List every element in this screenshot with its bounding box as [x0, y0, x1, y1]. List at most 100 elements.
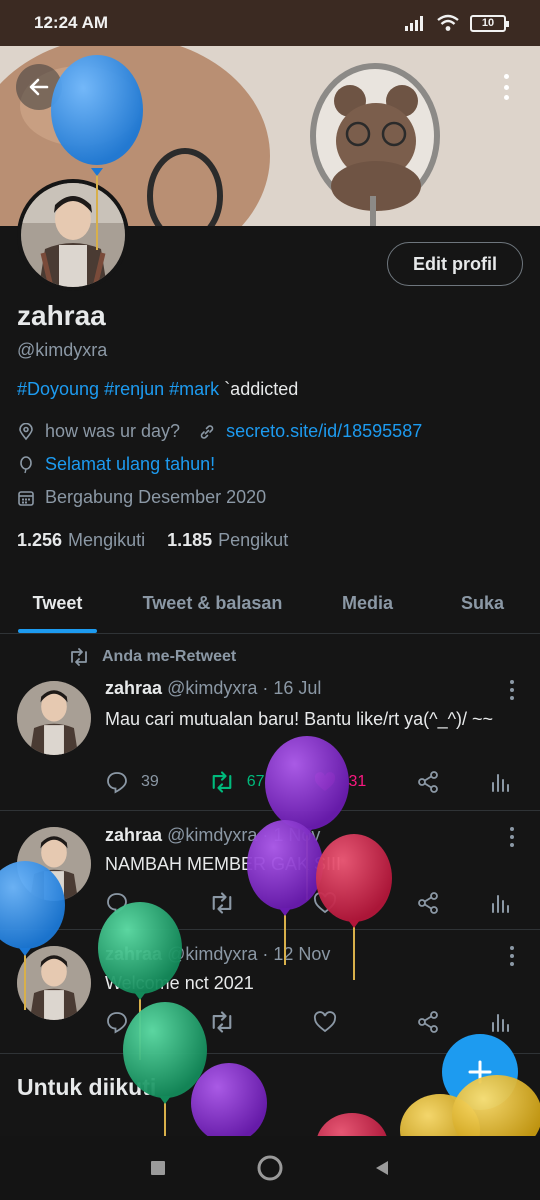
battery-indicator: 10: [470, 14, 509, 32]
retweet-icon: [212, 771, 232, 793]
hashtag-doyoung[interactable]: #Doyoung: [17, 379, 99, 399]
tweet-text: Mau cari mutualan baru! Bantu like/rt ya…: [105, 709, 494, 729]
analytics-icon: [492, 895, 509, 913]
following-label: Mengikuti: [68, 530, 146, 550]
analytics-icon: [492, 1014, 509, 1032]
tab-media[interactable]: Media: [310, 574, 425, 633]
location-icon: [19, 422, 33, 440]
tab-suka[interactable]: Suka: [425, 574, 540, 633]
link-icon: [200, 424, 214, 439]
tweet-avatar[interactable]: [17, 827, 91, 901]
status-time: 12:24 AM: [34, 13, 109, 32]
tweet-header: zahraa @kimdyxra · 1 Nov: [105, 825, 320, 846]
tweet-item[interactable]: zahraa @kimdyxra · 12 Nov Welcome nct 20…: [0, 930, 540, 1054]
retweet-icon: [212, 892, 232, 914]
tweet-header: zahraa @kimdyxra · 12 Nov: [105, 944, 330, 965]
reply-button[interactable]: [105, 1010, 165, 1034]
profile-bio: #Doyoung #renjun #mark `addicted: [17, 379, 298, 400]
share-button[interactable]: [416, 1010, 446, 1034]
analytics-button[interactable]: [490, 771, 510, 793]
profile-name: zahraa: [17, 300, 106, 331]
share-button[interactable]: [416, 891, 446, 915]
reply-button[interactable]: 39: [105, 770, 165, 794]
tweet-header: zahraa @kimdyxra · 16 Jul: [105, 678, 321, 699]
share-icon: [418, 892, 439, 914]
tweet-author-name[interactable]: zahraa: [105, 944, 162, 964]
who-to-follow-title: Untuk diikuti: [17, 1074, 157, 1100]
like-icon: [314, 772, 335, 791]
profile-avatar[interactable]: [17, 179, 129, 291]
more-vertical-icon: [510, 946, 514, 950]
profile-meta-birthday-row: Selamat ulang tahun!: [17, 454, 215, 475]
tweet-actions: 39 67 31: [105, 767, 510, 797]
tweet-item[interactable]: zahraa @kimdyxra · 1 Nov NAMBAH MEMBER G…: [0, 811, 540, 930]
system-nav-bar: [0, 1136, 540, 1200]
tweet-actions: [105, 1007, 510, 1037]
tweet-actions: [105, 888, 510, 918]
compose-tweet-button[interactable]: [442, 1034, 518, 1110]
profile-website-link[interactable]: secreto.site/id/18595587: [226, 421, 422, 442]
followers-stat[interactable]: 1.185 Pengikut: [167, 530, 288, 551]
tweet-author-name[interactable]: zahraa: [105, 678, 162, 698]
more-vertical-icon: [510, 827, 514, 831]
share-icon: [418, 1011, 439, 1033]
retweet-button[interactable]: [209, 892, 269, 914]
analytics-button[interactable]: [490, 1011, 510, 1033]
tweet-more-button[interactable]: [510, 946, 516, 966]
balloon-icon: [20, 455, 32, 473]
retweet-count: 67: [246, 773, 265, 790]
recents-button[interactable]: [148, 1158, 168, 1178]
tweet-item[interactable]: zahraa @kimdyxra · 16 Jul Mau cari mutua…: [0, 636, 540, 811]
profile-handle: @kimdyxra: [17, 340, 108, 360]
balloon-purple-3: [191, 1063, 267, 1143]
tweet-avatar[interactable]: [17, 681, 91, 755]
profile-tabs: Tweet Tweet & balasan Media Suka: [0, 574, 540, 634]
profile-joined-date: Bergabung Desember 2020: [45, 487, 267, 507]
followers-label: Pengikut: [218, 530, 289, 550]
tweet-meta: @kimdyxra · 1 Nov: [167, 825, 321, 845]
back-button[interactable]: [16, 64, 62, 110]
bio-text: `addicted: [224, 379, 299, 399]
analytics-icon: [492, 774, 509, 792]
like-button[interactable]: [313, 1011, 373, 1033]
status-bar: 12:24 AM 10: [0, 0, 540, 46]
share-button[interactable]: [416, 770, 446, 794]
reply-count: 39: [141, 773, 159, 790]
tweet-more-button[interactable]: [510, 827, 516, 847]
following-stat[interactable]: 1.256 Mengikuti: [17, 530, 145, 551]
tab-tweet-balasan[interactable]: Tweet & balasan: [115, 574, 310, 633]
signal-icon: [405, 16, 423, 31]
following-count: 1.256: [17, 530, 63, 550]
more-vertical-icon: [503, 74, 509, 79]
status-icons: 10: [404, 14, 509, 32]
more-options-button[interactable]: [496, 70, 516, 104]
tab-tweet[interactable]: Tweet: [0, 574, 115, 633]
edit-profile-button[interactable]: Edit profil: [387, 242, 523, 286]
tweet-avatar[interactable]: [17, 946, 91, 1020]
tweet-more-button[interactable]: [510, 680, 516, 700]
tweet-meta: @kimdyxra · 16 Jul: [167, 678, 322, 698]
back-nav-button[interactable]: [372, 1158, 392, 1178]
retweet-button[interactable]: 67: [209, 771, 269, 793]
like-button[interactable]: [313, 892, 373, 914]
like-icon: [313, 1011, 336, 1033]
profile-birthday-link[interactable]: Selamat ulang tahun!: [45, 454, 215, 475]
reply-icon: [107, 893, 127, 915]
follow-stats: 1.256 Mengikuti 1.185 Pengikut: [17, 530, 288, 551]
tweet-author-name[interactable]: zahraa: [105, 825, 162, 845]
retweet-button[interactable]: [209, 1011, 269, 1033]
like-button[interactable]: 31: [313, 771, 373, 793]
analytics-button[interactable]: [490, 892, 510, 914]
hashtag-mark[interactable]: #mark: [169, 379, 219, 399]
hashtag-renjun[interactable]: #renjun: [104, 379, 164, 399]
plus-icon: [468, 1060, 492, 1084]
share-icon: [418, 771, 439, 793]
avatar-photo: [21, 183, 125, 287]
like-icon: [313, 892, 336, 914]
profile-location: how was ur day?: [45, 421, 181, 441]
profile-meta-joined-row: Bergabung Desember 2020: [17, 487, 266, 508]
home-button[interactable]: [256, 1154, 284, 1182]
reply-button[interactable]: [105, 891, 165, 915]
profile-meta-location-row: how was ur day? secreto.site/id/18595587: [17, 421, 422, 442]
retweet-icon: [212, 1011, 232, 1033]
